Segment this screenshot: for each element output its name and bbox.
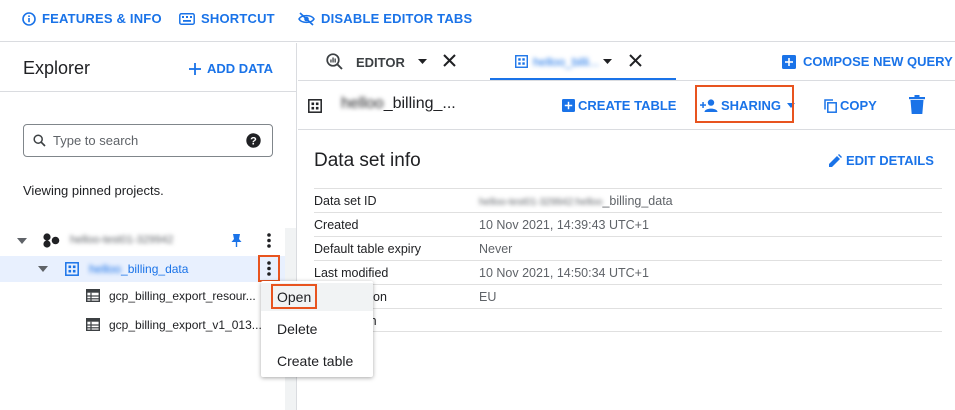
search-icon xyxy=(33,134,46,147)
help-icon[interactable]: ? xyxy=(246,133,261,148)
tab-dataset-label: helloo_billi... xyxy=(533,55,600,69)
menu-item-label: Create table xyxy=(277,353,354,369)
edit-details-label: EDIT DETAILS xyxy=(846,153,934,168)
create-table-label: CREATE TABLE xyxy=(578,98,677,113)
info-value-prefix: helloo-test01-329942:helloo xyxy=(479,197,603,208)
table-label: gcp_billing_export_resour... xyxy=(109,289,256,303)
dataset-info-title: Data set info xyxy=(314,150,421,171)
add-box-icon xyxy=(562,99,575,112)
dropdown-arrow-icon[interactable] xyxy=(418,59,427,64)
copy-icon xyxy=(824,98,837,113)
add-data-button[interactable]: ADD DATA xyxy=(189,61,273,76)
info-row: Default table expiry Never xyxy=(314,236,942,260)
dataset-name: _billing_data xyxy=(121,262,189,276)
dataset-icon xyxy=(515,55,528,68)
tab-editor-label: EDITOR xyxy=(356,55,405,70)
info-value: 10 Nov 2021, 14:50:34 UTC+1 xyxy=(479,266,649,280)
close-icon[interactable] xyxy=(443,54,456,67)
highlight-box xyxy=(258,255,280,282)
info-value: Never xyxy=(479,242,513,256)
dataset-title-name: _billing_... xyxy=(383,95,456,112)
highlight-box xyxy=(695,85,794,123)
shortcut-button[interactable]: SHORTCUT xyxy=(179,11,275,26)
dataset-icon xyxy=(308,99,322,113)
dataset-title: helloo_billing_... xyxy=(341,95,456,113)
expand-arrow-icon[interactable] xyxy=(38,266,48,272)
features-info-label: FEATURES & INFO xyxy=(42,11,162,26)
explorer-panel: Explorer ADD DATA Type to search ? Viewi… xyxy=(0,43,297,410)
tree-dataset-row[interactable]: helloo_billing_data xyxy=(0,256,285,282)
shortcut-label: SHORTCUT xyxy=(201,11,275,26)
tree-table-row[interactable]: gcp_billing_export_resour... xyxy=(0,283,285,309)
tab-editor[interactable]: EDITOR xyxy=(298,43,475,80)
info-value-text: _billing_data xyxy=(602,194,673,208)
info-row: Last modified 10 Nov 2021, 14:50:34 UTC+… xyxy=(314,260,942,284)
more-vert-icon[interactable] xyxy=(267,233,271,248)
close-icon[interactable] xyxy=(629,54,642,67)
tree-table-row[interactable]: gcp_billing_export_v1_013... xyxy=(0,312,285,338)
explorer-search-box[interactable]: Type to search ? xyxy=(23,124,273,157)
table-label: gcp_billing_export_v1_013... xyxy=(109,318,262,332)
eye-off-icon xyxy=(298,11,315,26)
pencil-icon xyxy=(829,154,842,167)
dataset-title-prefix: helloo xyxy=(341,95,384,112)
menu-item-delete[interactable]: Delete xyxy=(261,315,373,343)
compose-label: COMPOSE NEW QUERY xyxy=(803,54,953,69)
info-value: 10 Nov 2021, 14:39:43 UTC+1 xyxy=(479,218,649,232)
keyboard-icon xyxy=(179,12,195,25)
add-box-icon xyxy=(782,54,796,69)
dataset-name-prefix: helloo xyxy=(89,262,122,276)
project-name: helloo-test01-329942 xyxy=(70,234,174,246)
info-key: Last modified xyxy=(314,266,389,280)
info-key: Default table expiry xyxy=(314,242,422,256)
svg-text:?: ? xyxy=(250,135,257,147)
disable-editor-tabs-label: DISABLE EDITOR TABS xyxy=(321,11,473,26)
explorer-title: Explorer xyxy=(23,58,91,78)
dataset-icon xyxy=(65,262,79,276)
copy-button[interactable]: COPY xyxy=(824,98,877,113)
info-row: Created 10 Nov 2021, 14:39:43 UTC+1 xyxy=(314,212,942,236)
editor-tabs-bar: EDITOR helloo_billi... COMPOSE NEW QUERY xyxy=(298,43,955,81)
info-icon xyxy=(22,11,36,26)
create-table-button[interactable]: CREATE TABLE xyxy=(562,98,676,113)
info-row: Description xyxy=(314,308,942,332)
plus-icon xyxy=(189,62,201,75)
tree-project-row[interactable]: helloo-test01-329942 xyxy=(0,228,285,254)
dataset-header: helloo_billing_... CREATE TABLE SHARING … xyxy=(298,82,955,130)
disable-editor-tabs-button[interactable]: DISABLE EDITOR TABS xyxy=(298,11,472,26)
info-row: Data location EU xyxy=(314,284,942,308)
menu-item-create-table[interactable]: Create table xyxy=(261,347,373,375)
info-value: helloo-test01-329942:helloo_billing_data xyxy=(479,194,673,208)
compose-new-query-button[interactable]: COMPOSE NEW QUERY xyxy=(782,54,953,69)
features-info-button[interactable]: FEATURES & INFO xyxy=(22,11,162,26)
tab-dataset[interactable]: helloo_billi... xyxy=(490,43,676,80)
table-icon xyxy=(86,289,100,302)
delete-icon[interactable] xyxy=(909,95,925,114)
project-icon xyxy=(43,233,60,248)
copy-label: COPY xyxy=(840,98,877,113)
search-input[interactable]: Type to search xyxy=(53,133,138,148)
info-value: EU xyxy=(479,290,497,304)
add-data-label: ADD DATA xyxy=(207,61,273,76)
info-key: Data set ID xyxy=(314,194,377,208)
explorer-header: Explorer ADD DATA xyxy=(0,43,297,92)
top-toolbar: FEATURES & INFO SHORTCUT DISABLE EDITOR … xyxy=(0,0,955,42)
highlight-box xyxy=(271,284,317,309)
pin-icon[interactable] xyxy=(231,233,242,248)
info-row: Data set ID helloo-test01-329942:helloo_… xyxy=(314,188,942,212)
pinned-projects-text: Viewing pinned projects. xyxy=(23,183,164,198)
dataset-info-table: Data set ID helloo-test01-329942:helloo_… xyxy=(314,188,942,332)
info-key: Created xyxy=(314,218,359,232)
dropdown-arrow-icon[interactable] xyxy=(603,59,612,64)
query-icon xyxy=(326,53,343,70)
table-icon xyxy=(86,318,100,331)
expand-arrow-icon[interactable] xyxy=(17,238,27,244)
edit-details-button[interactable]: EDIT DETAILS xyxy=(829,153,934,168)
menu-item-label: Delete xyxy=(277,321,318,337)
dataset-label: helloo_billing_data xyxy=(89,262,188,276)
